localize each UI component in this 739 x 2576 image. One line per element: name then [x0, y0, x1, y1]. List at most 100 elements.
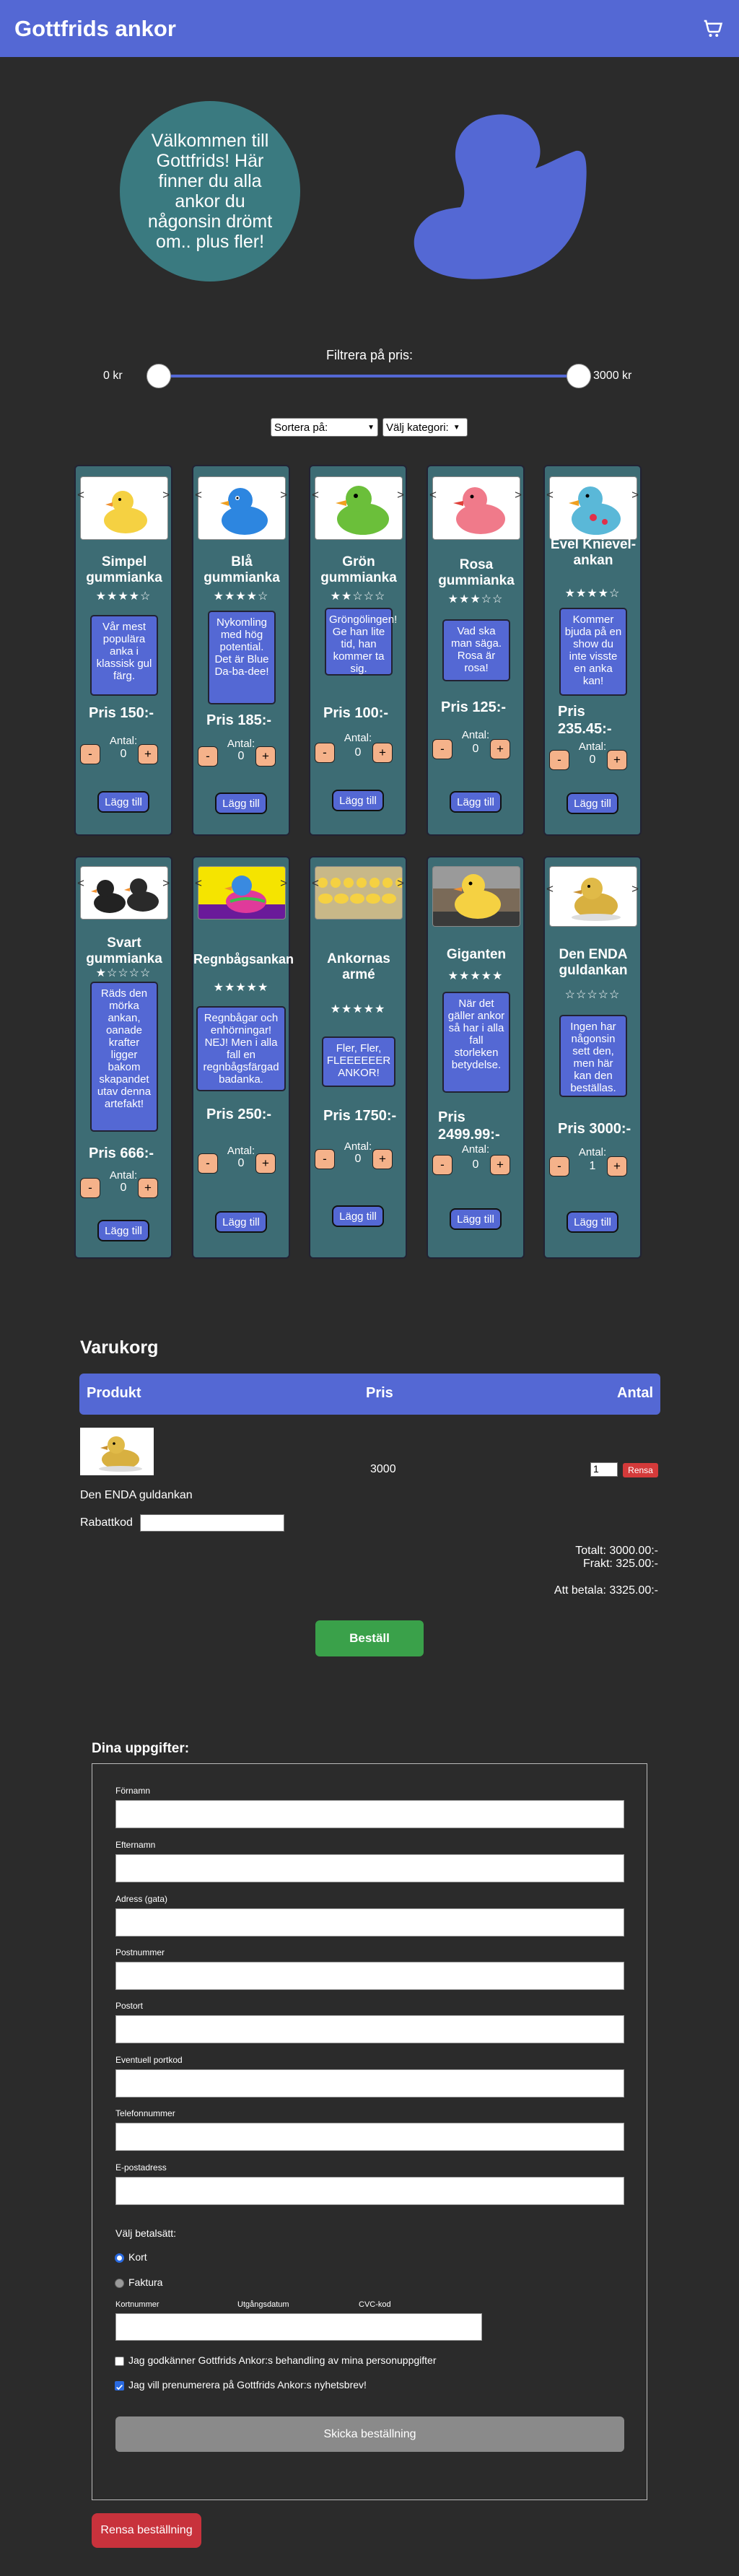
decrease-button[interactable]: -	[315, 743, 335, 763]
discount-code-input[interactable]	[140, 1514, 284, 1532]
increase-button[interactable]: +	[372, 743, 393, 763]
quantity-value: 0	[472, 743, 479, 755]
decrease-button[interactable]: -	[198, 746, 218, 767]
remove-item-button[interactable]: Rensa	[623, 1463, 658, 1477]
next-image-icon[interactable]: >	[515, 488, 522, 502]
next-image-icon[interactable]: >	[631, 882, 639, 896]
sort-select[interactable]: Sortera på: ▼	[271, 418, 378, 437]
order-button[interactable]: Beställ	[315, 1620, 424, 1656]
submit-order-button[interactable]: Skicka beställning	[115, 2416, 624, 2452]
increase-button[interactable]: +	[255, 1153, 276, 1174]
add-to-cart-button[interactable]: Lägg till	[332, 1205, 384, 1227]
add-to-cart-button[interactable]: Lägg till	[215, 1211, 267, 1233]
decrease-button[interactable]: -	[432, 1155, 452, 1175]
prev-image-icon[interactable]: <	[77, 488, 84, 502]
decrease-button[interactable]: -	[80, 1178, 100, 1198]
prev-image-icon[interactable]: <	[312, 876, 319, 891]
decrease-button[interactable]: -	[549, 750, 569, 770]
increase-button[interactable]: +	[607, 750, 627, 770]
gdpr-checkbox[interactable]	[115, 2357, 124, 2366]
product-description: Regnbågar och enhörningar! NEJ! Men i al…	[196, 1006, 286, 1091]
quantity-value: 0	[237, 1157, 245, 1169]
decrease-button[interactable]: -	[549, 1156, 569, 1176]
cart-item-quantity-input[interactable]: 1	[590, 1462, 618, 1477]
price-slider-min-handle[interactable]	[147, 364, 171, 388]
payment-card-radio[interactable]	[115, 2253, 124, 2263]
increase-button[interactable]: +	[490, 739, 510, 759]
product-card: < > Evel Knievel-ankan ★★★★☆ Kommer bjud…	[543, 465, 642, 836]
product-description: Nykomling med hög potential. Det är Blue…	[208, 611, 276, 704]
product-image	[80, 866, 168, 920]
add-to-cart-button[interactable]: Lägg till	[332, 790, 384, 811]
next-image-icon[interactable]: >	[397, 876, 404, 891]
add-to-cart-button[interactable]: Lägg till	[567, 1211, 618, 1233]
next-image-icon[interactable]: >	[280, 876, 287, 891]
product-image	[315, 866, 403, 920]
product-price: Pris 150:-	[89, 705, 154, 721]
prev-image-icon[interactable]: <	[195, 488, 202, 502]
increase-button[interactable]: +	[490, 1155, 510, 1175]
product-name: Ankornas armé	[327, 951, 390, 982]
payment-card-label: Kort	[128, 2251, 147, 2263]
prev-image-icon[interactable]: <	[429, 488, 437, 502]
add-to-cart-button[interactable]: Lägg till	[97, 1220, 149, 1241]
prev-image-icon[interactable]: <	[312, 488, 319, 502]
newsletter-checkbox[interactable]	[115, 2381, 124, 2391]
next-image-icon[interactable]: >	[631, 488, 639, 502]
category-select[interactable]: Välj kategori: ▼	[382, 418, 468, 437]
last-name-input[interactable]	[115, 1854, 624, 1882]
product-price: Pris 1750:-	[323, 1108, 397, 1124]
card-details-input[interactable]	[115, 2313, 482, 2341]
increase-button[interactable]: +	[138, 1178, 158, 1198]
address-input[interactable]	[115, 1908, 624, 1937]
phone-input[interactable]	[115, 2123, 624, 2151]
payment-invoice-radio[interactable]	[115, 2279, 124, 2288]
quantity-value: 0	[237, 750, 245, 762]
site-title[interactable]: Gottfrids ankor	[14, 16, 176, 42]
next-image-icon[interactable]: >	[162, 488, 170, 502]
city-input[interactable]	[115, 2015, 624, 2043]
cart-icon[interactable]	[701, 17, 723, 39]
header: Gottfrids ankor	[0, 0, 739, 57]
add-to-cart-button[interactable]: Lägg till	[215, 793, 267, 814]
prev-image-icon[interactable]: <	[546, 882, 554, 896]
price-slider-max-handle[interactable]	[567, 364, 591, 388]
cart-total: Totalt: 3000.00:-	[575, 1545, 658, 1557]
prev-image-icon[interactable]: <	[77, 876, 84, 891]
quantity-value: 0	[472, 1158, 479, 1171]
increase-button[interactable]: +	[607, 1156, 627, 1176]
postal-code-input[interactable]	[115, 1962, 624, 1990]
increase-button[interactable]: +	[372, 1149, 393, 1169]
product-rating: ★★★★★	[330, 1003, 386, 1016]
last-name-label: Efternamn	[115, 1840, 156, 1850]
increase-button[interactable]: +	[255, 746, 276, 767]
decrease-button[interactable]: -	[315, 1149, 335, 1169]
next-image-icon[interactable]: >	[280, 488, 287, 502]
decrease-button[interactable]: -	[198, 1153, 218, 1174]
product-description: Vad ska man säga. Rosa är rosa!	[442, 619, 510, 681]
price-slider-track[interactable]	[157, 375, 580, 377]
door-code-input[interactable]	[115, 2069, 624, 2097]
product-price: Pris 235.45:-	[558, 704, 612, 737]
next-image-icon[interactable]: >	[162, 876, 170, 891]
duck-logo-icon	[414, 114, 587, 279]
add-to-cart-button[interactable]: Lägg till	[450, 791, 502, 813]
decrease-button[interactable]: -	[80, 744, 100, 764]
add-to-cart-button[interactable]: Lägg till	[567, 793, 618, 814]
first-name-input[interactable]	[115, 1800, 624, 1828]
add-to-cart-button[interactable]: Lägg till	[450, 1208, 502, 1230]
clear-order-button[interactable]: Rensa beställning	[92, 2513, 201, 2548]
phone-label: Telefonnummer	[115, 2108, 175, 2118]
product-description: Ingen har någonsin sett den, men här kan…	[559, 1015, 627, 1097]
email-input[interactable]	[115, 2177, 624, 2205]
next-image-icon[interactable]: >	[397, 488, 404, 502]
product-price: Pris 666:-	[89, 1145, 154, 1161]
product-name: Rosa gummianka	[438, 557, 515, 588]
increase-button[interactable]: +	[138, 744, 158, 764]
cart-title: Varukorg	[80, 1337, 159, 1358]
prev-image-icon[interactable]: <	[546, 488, 554, 502]
decrease-button[interactable]: -	[432, 739, 452, 759]
add-to-cart-button[interactable]: Lägg till	[97, 791, 149, 813]
product-description: Fler, Fler, FLEEEEEER ANKOR!	[322, 1036, 395, 1087]
prev-image-icon[interactable]: <	[195, 876, 202, 891]
